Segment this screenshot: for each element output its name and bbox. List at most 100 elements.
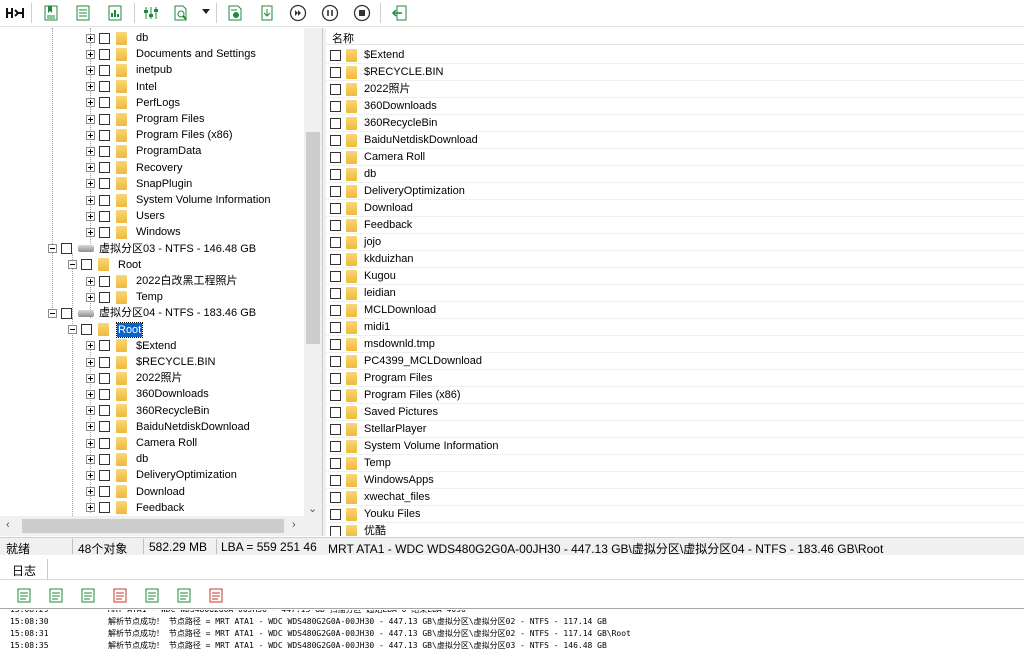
- list-item[interactable]: BaiduNetdiskDownload: [326, 132, 1024, 149]
- tree-item[interactable]: db: [86, 451, 149, 467]
- list-item[interactable]: Program Files (x86): [326, 387, 1024, 404]
- list-item-checkbox[interactable]: [330, 474, 341, 486]
- tree-item-checkbox[interactable]: [99, 469, 110, 481]
- tree-item[interactable]: Program Files (x86): [86, 127, 234, 143]
- expand-icon[interactable]: [86, 227, 95, 237]
- tree-item-checkbox[interactable]: [81, 259, 92, 271]
- tree-item-checkbox[interactable]: [99, 162, 110, 174]
- expand-icon[interactable]: [86, 487, 95, 497]
- list-item-checkbox[interactable]: [330, 321, 341, 333]
- tree-item[interactable]: Windows: [86, 224, 182, 240]
- tree-item[interactable]: $RECYCLE.BIN: [86, 354, 216, 370]
- expand-icon[interactable]: [86, 276, 95, 286]
- tree-item[interactable]: System Volume Information: [86, 192, 272, 208]
- tree-item[interactable]: 360RecycleBin: [86, 403, 210, 419]
- tree-item[interactable]: Program Files: [86, 111, 205, 127]
- clear-log-icon[interactable]: [111, 586, 129, 604]
- tree-item[interactable]: Documents and Settings: [86, 46, 257, 62]
- expand-icon[interactable]: [86, 179, 95, 189]
- expand-icon[interactable]: [86, 503, 95, 513]
- exit-icon[interactable]: [388, 2, 410, 24]
- list-item[interactable]: Feedback: [326, 217, 1024, 234]
- filter-icon[interactable]: [140, 2, 162, 24]
- list-item[interactable]: 2022照片: [326, 81, 1024, 98]
- list-item[interactable]: Camera Roll: [326, 149, 1024, 166]
- scroll-left-icon[interactable]: ‹: [6, 519, 10, 531]
- tree-item[interactable]: ProgramData: [86, 143, 202, 159]
- tree-item[interactable]: $Extend: [86, 338, 177, 354]
- list-item[interactable]: Saved Pictures: [326, 404, 1024, 421]
- save-doc-icon[interactable]: [224, 2, 246, 24]
- list-item-checkbox[interactable]: [330, 355, 341, 367]
- list-item[interactable]: $Extend: [326, 47, 1024, 64]
- list-item[interactable]: $RECYCLE.BIN: [326, 64, 1024, 81]
- tree-item-checkbox[interactable]: [99, 502, 110, 514]
- pause-icon[interactable]: [319, 2, 341, 24]
- tree-item-checkbox[interactable]: [99, 388, 110, 400]
- tree-item-checkbox[interactable]: [99, 291, 110, 303]
- list-item[interactable]: Program Files: [326, 370, 1024, 387]
- list-item-checkbox[interactable]: [330, 185, 341, 197]
- collapse-icon[interactable]: [48, 308, 57, 318]
- list-item-checkbox[interactable]: [330, 372, 341, 384]
- tree-item-checkbox[interactable]: [99, 486, 110, 498]
- tree-item-checkbox[interactable]: [99, 437, 110, 449]
- list-item[interactable]: DeliveryOptimization: [326, 183, 1024, 200]
- list-item-checkbox[interactable]: [330, 457, 341, 469]
- expand-icon[interactable]: [86, 130, 95, 140]
- tree-item[interactable]: Camera Roll: [86, 435, 198, 451]
- list-item-checkbox[interactable]: [330, 338, 341, 350]
- scroll-thumb[interactable]: [306, 132, 320, 344]
- list-item[interactable]: midi1: [326, 319, 1024, 336]
- skip-forward-icon[interactable]: [287, 2, 309, 24]
- list-item[interactable]: PC4399_MCLDownload: [326, 353, 1024, 370]
- tree-item[interactable]: SnapPlugin: [86, 176, 193, 192]
- tree-item[interactable]: Root: [68, 257, 142, 273]
- tree-item[interactable]: 虚拟分区04 - NTFS - 183.46 GB: [48, 305, 257, 321]
- tree-item-checkbox[interactable]: [99, 145, 110, 157]
- stop-icon[interactable]: [351, 2, 373, 24]
- list-item[interactable]: StellarPlayer: [326, 421, 1024, 438]
- expand-icon[interactable]: [86, 389, 95, 399]
- list-item[interactable]: 优酷: [326, 523, 1024, 536]
- tree-item[interactable]: Root: [68, 321, 144, 338]
- list-item-checkbox[interactable]: [330, 134, 341, 146]
- tree-item[interactable]: 360Downloads: [86, 386, 210, 402]
- list-item-checkbox[interactable]: [330, 100, 341, 112]
- list-item[interactable]: Kugou: [326, 268, 1024, 285]
- delete-log-icon[interactable]: [207, 586, 225, 604]
- list-item-checkbox[interactable]: [330, 49, 341, 61]
- collapse-icon[interactable]: [48, 244, 57, 254]
- copy-log-icon[interactable]: [79, 586, 97, 604]
- tree-item-checkbox[interactable]: [99, 113, 110, 125]
- expand-icon[interactable]: [86, 357, 95, 367]
- list-item[interactable]: System Volume Information: [326, 438, 1024, 455]
- list-item-checkbox[interactable]: [330, 202, 341, 214]
- find-log-icon[interactable]: [175, 586, 193, 604]
- list-item-checkbox[interactable]: [330, 406, 341, 418]
- list-item-checkbox[interactable]: [330, 151, 341, 163]
- collapse-icon[interactable]: [68, 325, 77, 335]
- expand-icon[interactable]: [86, 49, 95, 59]
- tree-item-checkbox[interactable]: [99, 226, 110, 238]
- tree-item-checkbox[interactable]: [99, 64, 110, 76]
- list-item[interactable]: db: [326, 166, 1024, 183]
- list-item[interactable]: 360RecycleBin: [326, 115, 1024, 132]
- chevron-down-icon[interactable]: [202, 9, 210, 14]
- tree-item[interactable]: Feedback: [86, 500, 185, 516]
- expand-icon[interactable]: [86, 163, 95, 173]
- print-log-icon[interactable]: [143, 586, 161, 604]
- list-item-checkbox[interactable]: [330, 423, 341, 435]
- search-doc-icon[interactable]: [170, 2, 192, 24]
- tree-item-checkbox[interactable]: [99, 210, 110, 222]
- tree-horizontal-scrollbar[interactable]: ‹ ›: [0, 516, 322, 536]
- list-item-checkbox[interactable]: [330, 508, 341, 520]
- name-column-header[interactable]: 名称: [332, 30, 354, 46]
- expand-icon[interactable]: [86, 406, 95, 416]
- collapse-icon[interactable]: [68, 260, 77, 270]
- list-item-checkbox[interactable]: [330, 117, 341, 129]
- list-item[interactable]: Temp: [326, 455, 1024, 472]
- tree-item-checkbox[interactable]: [99, 97, 110, 109]
- tree-item-checkbox[interactable]: [99, 340, 110, 352]
- expand-icon[interactable]: [86, 114, 95, 124]
